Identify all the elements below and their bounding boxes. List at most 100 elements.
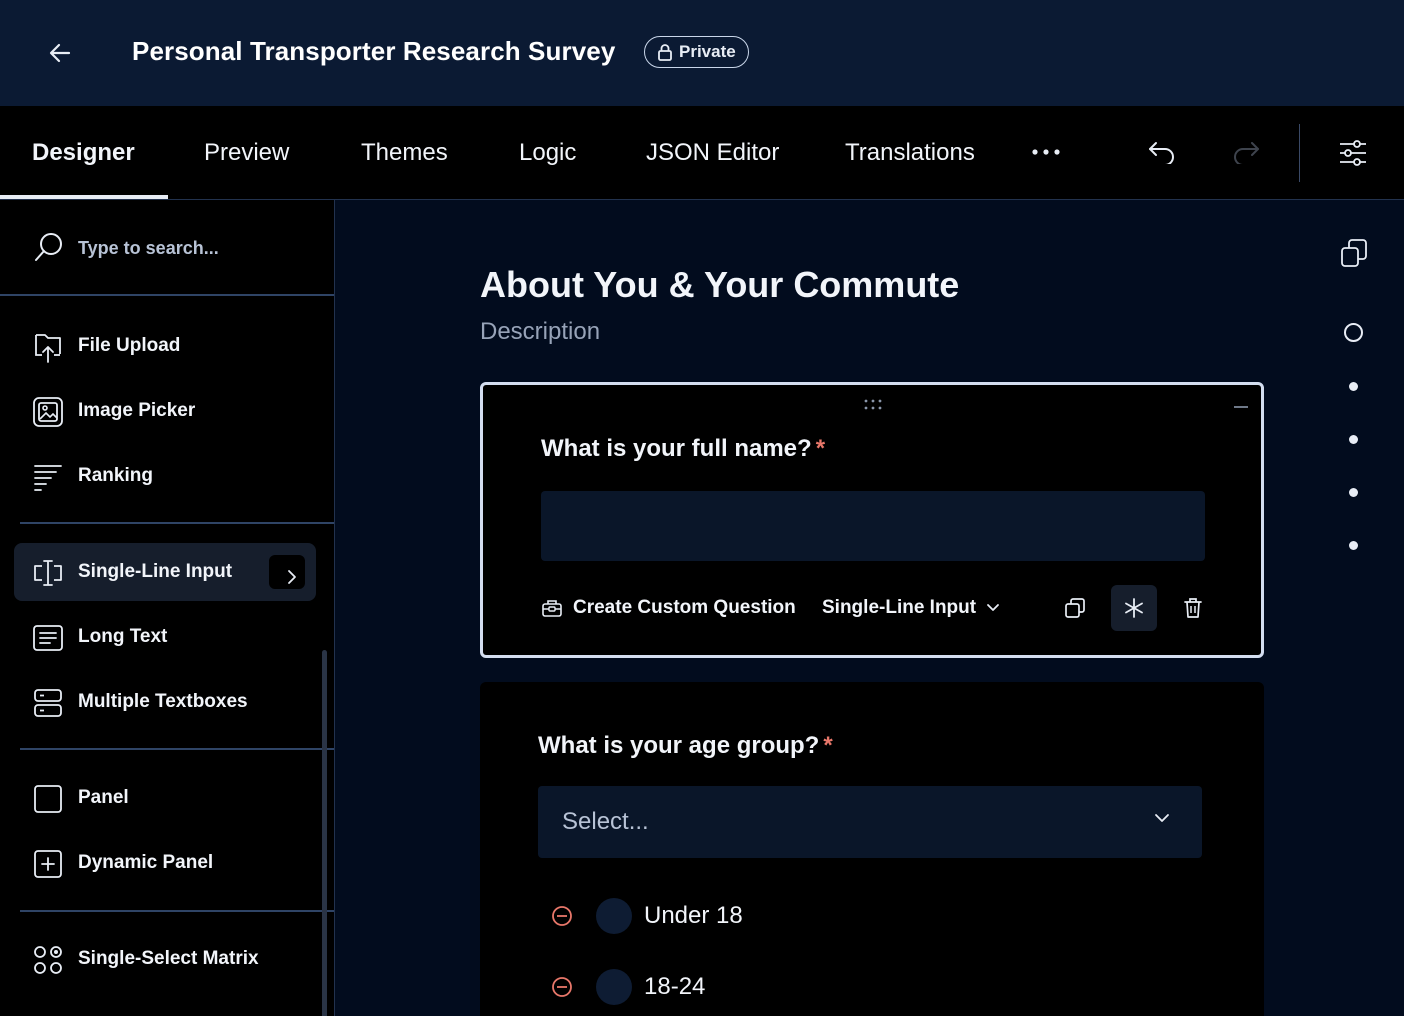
question-card-full-name[interactable]: What is your full name? * Create Custom Q…: [480, 382, 1264, 658]
toolbox-item-panel[interactable]: Panel: [14, 769, 316, 827]
undo-icon: [1147, 140, 1177, 164]
question-type-dropdown[interactable]: Single-Line Input: [822, 583, 1000, 633]
create-custom-question-label: Create Custom Question: [573, 597, 796, 618]
design-canvas: About You & Your Commute Description Wha…: [336, 200, 1404, 1016]
copy-icon: [1064, 597, 1086, 619]
question-title-text: What is your full name?: [541, 435, 812, 462]
question-title[interactable]: What is your age group? *: [538, 732, 833, 760]
multiple-textboxes-icon: [32, 687, 64, 719]
tab-designer[interactable]: Designer: [32, 106, 135, 200]
settings-button[interactable]: [1330, 130, 1376, 176]
choice-radio[interactable]: [596, 969, 632, 1005]
question-title-text: What is your age group?: [538, 732, 820, 759]
chevron-right-icon: [287, 569, 319, 601]
remove-choice-icon[interactable]: [550, 975, 574, 999]
question-title[interactable]: What is your full name? *: [541, 435, 825, 463]
page-nav-dot[interactable]: [1349, 435, 1358, 444]
chevron-down-icon: [1154, 812, 1170, 824]
asterisk-icon: [1123, 597, 1145, 619]
choice-item: Under 18: [550, 892, 1050, 940]
remove-choice-icon[interactable]: [550, 904, 574, 928]
toolbox-item-ranking[interactable]: Ranking: [14, 447, 316, 505]
question-toolbar: Create Custom Question Single-Line Input: [541, 583, 1209, 633]
sidebar-scrollbar[interactable]: [322, 650, 327, 1016]
question-card-age-group[interactable]: What is your age group? * Select... Under…: [480, 682, 1264, 1016]
more-tabs-button[interactable]: [1026, 130, 1066, 174]
required-mark: *: [823, 732, 833, 759]
select-placeholder: Select...: [562, 808, 649, 835]
survey-title: Personal Transporter Research Survey: [132, 36, 616, 66]
delete-question-button[interactable]: [1170, 585, 1216, 631]
duplicate-question-button[interactable]: [1052, 585, 1098, 631]
choice-label[interactable]: Under 18: [644, 902, 743, 930]
collapse-button[interactable]: [1231, 397, 1251, 417]
toolbox-item-label: Panel: [78, 787, 129, 808]
tab-preview[interactable]: Preview: [204, 106, 289, 200]
toolbox-item-single-select-matrix[interactable]: Single-Select Matrix: [14, 930, 316, 988]
private-badge-label: Private: [679, 42, 736, 61]
required-toggle-button[interactable]: [1111, 585, 1157, 631]
create-custom-question-button[interactable]: Create Custom Question: [541, 583, 796, 633]
page-title[interactable]: About You & Your Commute: [480, 264, 959, 306]
choice-label[interactable]: 18-24: [644, 973, 705, 1001]
toolbox-item-label: File Upload: [78, 335, 181, 356]
age-group-select[interactable]: Select...: [538, 786, 1202, 858]
more-horizontal-icon: [1031, 148, 1061, 156]
undo-button[interactable]: [1140, 130, 1184, 174]
ranking-icon: [32, 461, 64, 493]
dynamic-panel-icon: [32, 848, 64, 880]
toolbox-item-image-picker[interactable]: Image Picker: [14, 382, 316, 440]
toolbox-item-label: Dynamic Panel: [78, 852, 214, 873]
toolbox-item-multiple-textboxes[interactable]: Multiple Textboxes: [14, 673, 316, 731]
toolbox-item-file-upload[interactable]: File Upload: [14, 317, 316, 375]
top-bar: Personal Transporter Research Survey Pri…: [0, 0, 1404, 106]
drag-handle-icon[interactable]: [863, 399, 883, 411]
toolbox-search: [0, 200, 334, 296]
copy-icon: [1340, 238, 1368, 268]
question-type-label: Single-Line Input: [822, 597, 977, 618]
toolbox-bag-icon: [541, 598, 563, 618]
redo-button[interactable]: [1224, 130, 1268, 174]
page-nav-current[interactable]: [1344, 323, 1363, 342]
tab-bar: Designer Preview Themes Logic JSON Edito…: [0, 106, 1404, 200]
toolbox-item-label: Single-Line Input: [78, 561, 233, 582]
lock-icon: [657, 43, 673, 61]
chevron-down-icon: [986, 603, 1000, 613]
toolbox-group-divider: [20, 910, 334, 912]
required-mark: *: [815, 435, 826, 462]
back-button[interactable]: [40, 34, 80, 72]
choice-radio[interactable]: [596, 898, 632, 934]
toolbox-item-dynamic-panel[interactable]: Dynamic Panel: [14, 834, 316, 892]
toolbox-item-next[interactable]: [14, 995, 316, 1016]
choice-item: 18-24: [550, 963, 1050, 1011]
page-copy-button[interactable]: [1336, 234, 1372, 272]
panel-icon: [32, 783, 64, 815]
file-upload-icon: [32, 331, 64, 363]
toolbar-divider: [1299, 124, 1300, 182]
toolbox-group-divider: [20, 748, 334, 750]
active-tab-indicator: [0, 195, 168, 199]
arrow-left-icon: [49, 43, 71, 63]
toolbox-item-single-line-input[interactable]: Single-Line Input: [14, 543, 316, 601]
long-text-icon: [32, 622, 64, 654]
tab-themes[interactable]: Themes: [361, 106, 448, 200]
matrix-grid-icon: [32, 1009, 64, 1016]
minus-icon: [1234, 405, 1248, 409]
trash-icon: [1183, 597, 1203, 619]
toolbox-item-label: Ranking: [78, 465, 153, 486]
expand-item-button[interactable]: [269, 555, 305, 589]
page-nav-dot[interactable]: [1349, 541, 1358, 550]
toolbox-item-long-text[interactable]: Long Text: [14, 608, 316, 666]
full-name-input[interactable]: [541, 491, 1205, 561]
tab-json-editor[interactable]: JSON Editor: [646, 106, 779, 200]
toolbox-search-input[interactable]: [78, 230, 308, 266]
image-picker-icon: [32, 396, 64, 428]
toolbox-item-label: Image Picker: [78, 400, 196, 421]
tab-logic[interactable]: Logic: [519, 106, 576, 200]
toolbox-item-label: Long Text: [78, 626, 168, 647]
private-badge[interactable]: Private: [644, 36, 749, 68]
page-description[interactable]: Description: [480, 318, 600, 346]
page-nav-dot[interactable]: [1349, 382, 1358, 391]
tab-translations[interactable]: Translations: [845, 106, 975, 200]
page-nav-dot[interactable]: [1349, 488, 1358, 497]
